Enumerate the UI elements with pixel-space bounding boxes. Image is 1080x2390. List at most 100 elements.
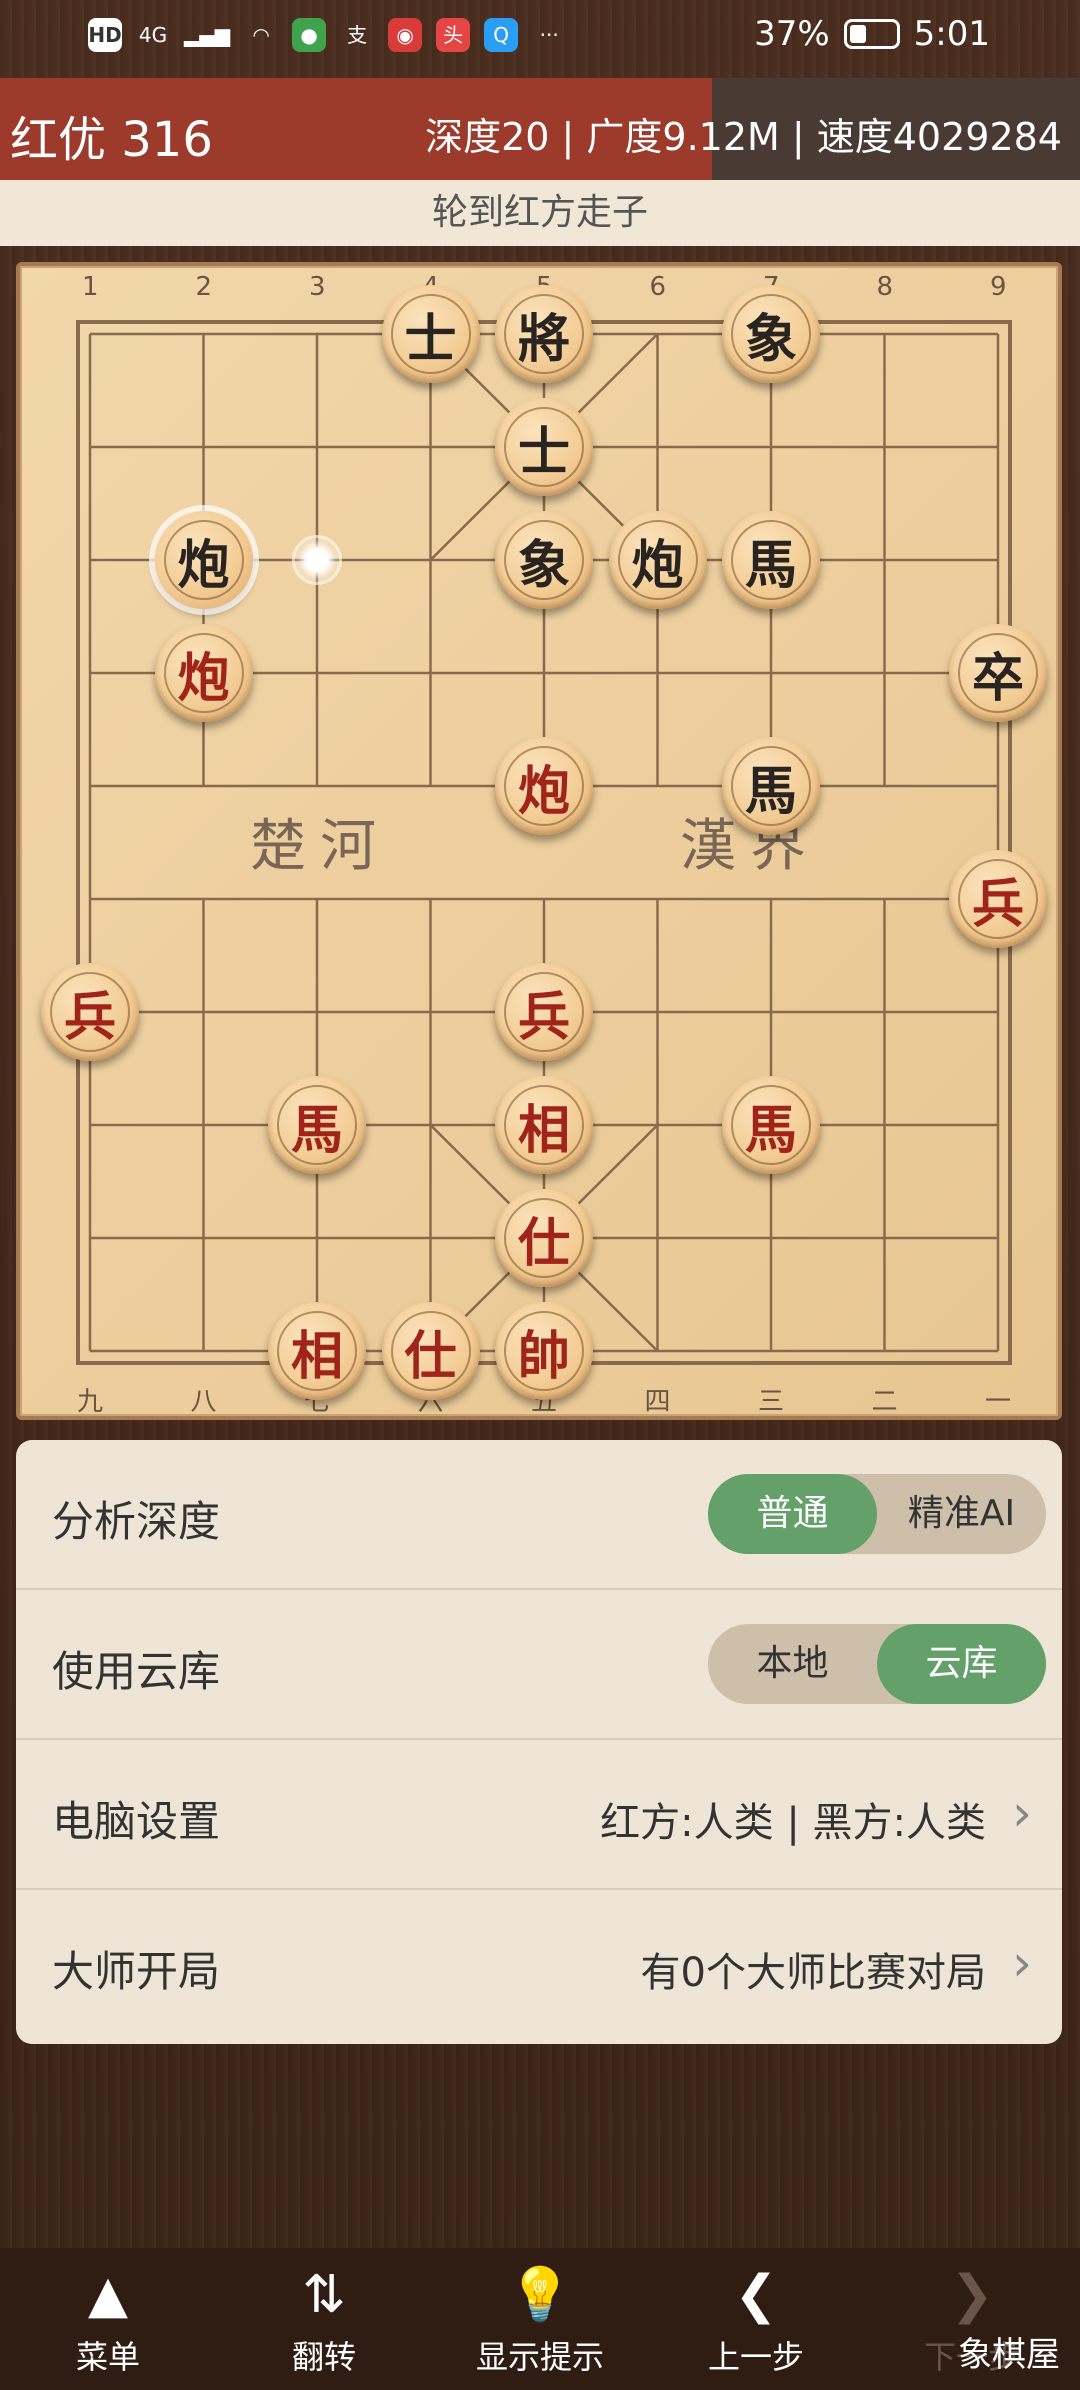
red-piece[interactable]: 馬 (268, 1076, 366, 1174)
file-coordinate-top: 2 (195, 272, 213, 302)
piece-label: 帥 (517, 1325, 570, 1387)
piece-label: 兵 (517, 986, 570, 1048)
battery-icon (843, 19, 900, 49)
piece-label: 象 (517, 534, 570, 596)
red-piece[interactable]: 仕 (495, 1189, 593, 1287)
piece-label: 炮 (177, 534, 230, 596)
chess-board[interactable]: 楚河 漢界 123456789九八七六五四三二一士將象士炮象炮馬炮卒炮馬兵兵兵馬… (16, 262, 1062, 1420)
status-icons: HD 4G ▂▄▆ ◠ ● 支 ◉ 头 Q ··· (88, 18, 566, 52)
nav-menu-button[interactable]: ▲ 菜单 (28, 2260, 188, 2378)
setting-label: 电脑设置 (52, 1797, 221, 1846)
hint-bulb-icon: 💡 (507, 2265, 573, 2325)
red-piece[interactable]: 炮 (154, 624, 253, 722)
setting-label: 大师开局 (52, 1947, 221, 1996)
piece-label: 馬 (290, 1099, 343, 1161)
river-label-left: 楚河 (250, 814, 390, 879)
nav-label: 翻转 (291, 2338, 356, 2376)
search-app-icon: Q (484, 18, 519, 52)
nav-label: 上一步 (707, 2338, 804, 2376)
flip-icon: ⇅ (302, 2265, 346, 2325)
engine-stats: 深度20 | 广度9.12M | 速度4029284 (425, 115, 1062, 159)
file-coordinate-bottom: 二 (871, 1387, 898, 1417)
file-coordinate-bottom: 一 (985, 1387, 1012, 1417)
signal-icon: ▂▄▆ (184, 23, 231, 47)
nav-flip-button[interactable]: ⇅ 翻转 (244, 2260, 404, 2378)
file-coordinate-top: 1 (82, 272, 99, 302)
black-piece[interactable]: 炮 (154, 511, 253, 609)
black-piece[interactable]: 象 (722, 285, 820, 383)
settings-panel: 分析深度 普通 精准AI 使用云库 本地 云库 电脑设置 红方:人类 | 黑方:… (16, 1440, 1062, 2044)
setting-master-openings[interactable]: 大师开局 有0个大师比赛对局 › (16, 1890, 1062, 2040)
cloud-option-local[interactable]: 本地 (708, 1624, 877, 1704)
piece-label: 士 (404, 308, 457, 370)
piece-label: 相 (290, 1325, 343, 1387)
alipay-icon: 支 (347, 23, 368, 47)
black-piece[interactable]: 炮 (608, 511, 707, 609)
setting-label: 分析深度 (52, 1497, 221, 1546)
piece-label: 炮 (177, 647, 230, 709)
toutiao-icon: 头 (436, 18, 471, 52)
forward-icon: ❯ (950, 2265, 994, 2325)
menu-icon: ▲ (88, 2265, 128, 2325)
depth-option-precise-ai[interactable]: 精准AI (877, 1474, 1046, 1554)
status-bar: HD 4G ▂▄▆ ◠ ● 支 ◉ 头 Q ··· 37% 5:01 (0, 0, 1080, 78)
clock: 5:01 (913, 14, 990, 54)
piece-label: 卒 (971, 647, 1024, 709)
nav-label: 显示提示 (475, 2338, 604, 2376)
chevron-right-icon: › (1012, 1934, 1032, 1992)
black-piece[interactable]: 士 (495, 398, 593, 496)
weibo-icon: ◉ (388, 18, 423, 52)
piece-label: 炮 (631, 534, 684, 596)
more-icon: ··· (539, 23, 559, 47)
setting-value: 有0个大师比赛对局 (640, 1950, 986, 1996)
black-piece[interactable]: 馬 (722, 511, 820, 609)
engine-header: 红优 316 深度20 | 广度9.12M | 速度4029284 (0, 78, 1080, 180)
piece-label: 士 (517, 421, 570, 483)
piece-label: 兵 (63, 986, 116, 1048)
setting-analysis-depth: 分析深度 普通 精准AI (16, 1440, 1062, 1590)
red-piece[interactable]: 兵 (41, 963, 139, 1061)
wifi-icon: ◠ (252, 23, 270, 47)
piece-label: 馬 (744, 1099, 797, 1161)
black-piece[interactable]: 士 (381, 285, 480, 383)
setting-cloud-library: 使用云库 本地 云库 (16, 1590, 1062, 1740)
red-piece[interactable]: 相 (268, 1302, 366, 1400)
back-icon: ❮ (734, 2265, 778, 2325)
piece-label: 相 (517, 1099, 570, 1161)
turn-indicator: 轮到红方走子 (0, 180, 1080, 246)
red-piece[interactable]: 兵 (495, 963, 593, 1061)
app-icon: ● (292, 18, 327, 52)
file-coordinate-bottom: 四 (644, 1387, 671, 1417)
battery-percent: 37% (754, 14, 830, 54)
file-coordinate-top: 6 (649, 272, 667, 302)
nav-label: 菜单 (75, 2338, 140, 2376)
file-coordinate-bottom: 九 (77, 1387, 104, 1417)
depth-toggle[interactable]: 普通 精准AI (708, 1474, 1046, 1554)
piece-label: 兵 (971, 873, 1024, 935)
black-piece[interactable]: 將 (495, 285, 593, 383)
hd-icon: HD (88, 18, 122, 52)
red-piece[interactable]: 相 (495, 1076, 593, 1174)
piece-label: 仕 (517, 1212, 570, 1274)
setting-value: 红方:人类 | 黑方:人类 (600, 1800, 986, 1846)
watermark-logo: 象棋屋 (958, 2335, 1060, 2375)
black-piece[interactable]: 卒 (949, 624, 1047, 722)
black-piece[interactable]: 象 (495, 511, 593, 609)
nav-back-button[interactable]: ❮ 上一步 (676, 2260, 836, 2378)
cloud-option-cloud[interactable]: 云库 (877, 1624, 1046, 1704)
setting-computer[interactable]: 电脑设置 红方:人类 | 黑方:人类 › (16, 1740, 1062, 1890)
black-piece[interactable]: 馬 (722, 737, 820, 835)
red-piece[interactable]: 仕 (381, 1302, 480, 1400)
red-piece[interactable]: 兵 (949, 850, 1047, 948)
red-piece[interactable]: 帥 (495, 1302, 593, 1400)
nav-hint-button[interactable]: 💡 显示提示 (460, 2260, 620, 2378)
cloud-toggle[interactable]: 本地 云库 (708, 1624, 1046, 1704)
red-piece[interactable]: 炮 (495, 737, 593, 835)
setting-label: 使用云库 (52, 1647, 221, 1696)
file-coordinate-top: 3 (309, 272, 326, 302)
piece-label: 象 (744, 308, 797, 370)
red-piece[interactable]: 馬 (722, 1076, 820, 1174)
depth-option-normal[interactable]: 普通 (708, 1474, 877, 1554)
file-coordinate-bottom: 八 (190, 1387, 217, 1417)
move-target-marker[interactable] (295, 538, 339, 582)
